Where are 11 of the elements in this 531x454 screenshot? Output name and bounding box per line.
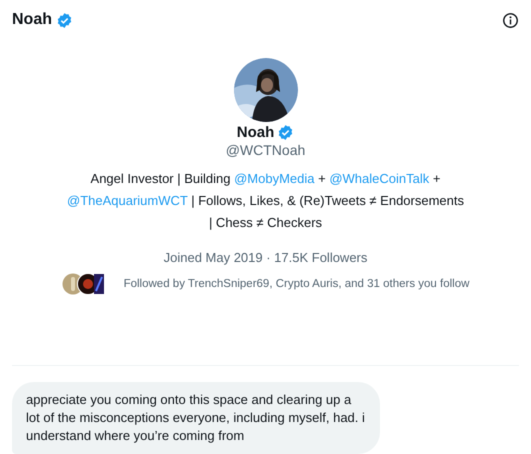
profile-bio: Angel Investor | Building @MobyMedia + @WhaleCoinTalk + @TheAquariumWCT | Follows, Likes, & (Re)Tweets ≠ Endorsements | Chess ≠ Checkers [66, 170, 465, 232]
profile-handle: @WCTNoah [226, 142, 306, 158]
join-date-followers: Joined May 2019 · 17.5K Followers [164, 250, 368, 265]
mention-link[interactable]: @WhaleCoinTalk [329, 171, 430, 186]
info-icon[interactable] [502, 12, 519, 28]
followed-by-text: Followed by TrenchSniper69, Crypto Auris, and 31 others you follow [124, 278, 470, 290]
mention-link[interactable]: @TheAquariumWCT [67, 193, 188, 208]
mention-link[interactable]: @MobyMedia [234, 171, 315, 186]
conversation-title: Noah [12, 11, 52, 29]
profile-name: Noah [236, 124, 274, 141]
message-bubble: appreciate you coming onto this space and clearing up a lot of the misconceptions everyone, including myself, had. i understand where you’re coming from [12, 382, 380, 454]
